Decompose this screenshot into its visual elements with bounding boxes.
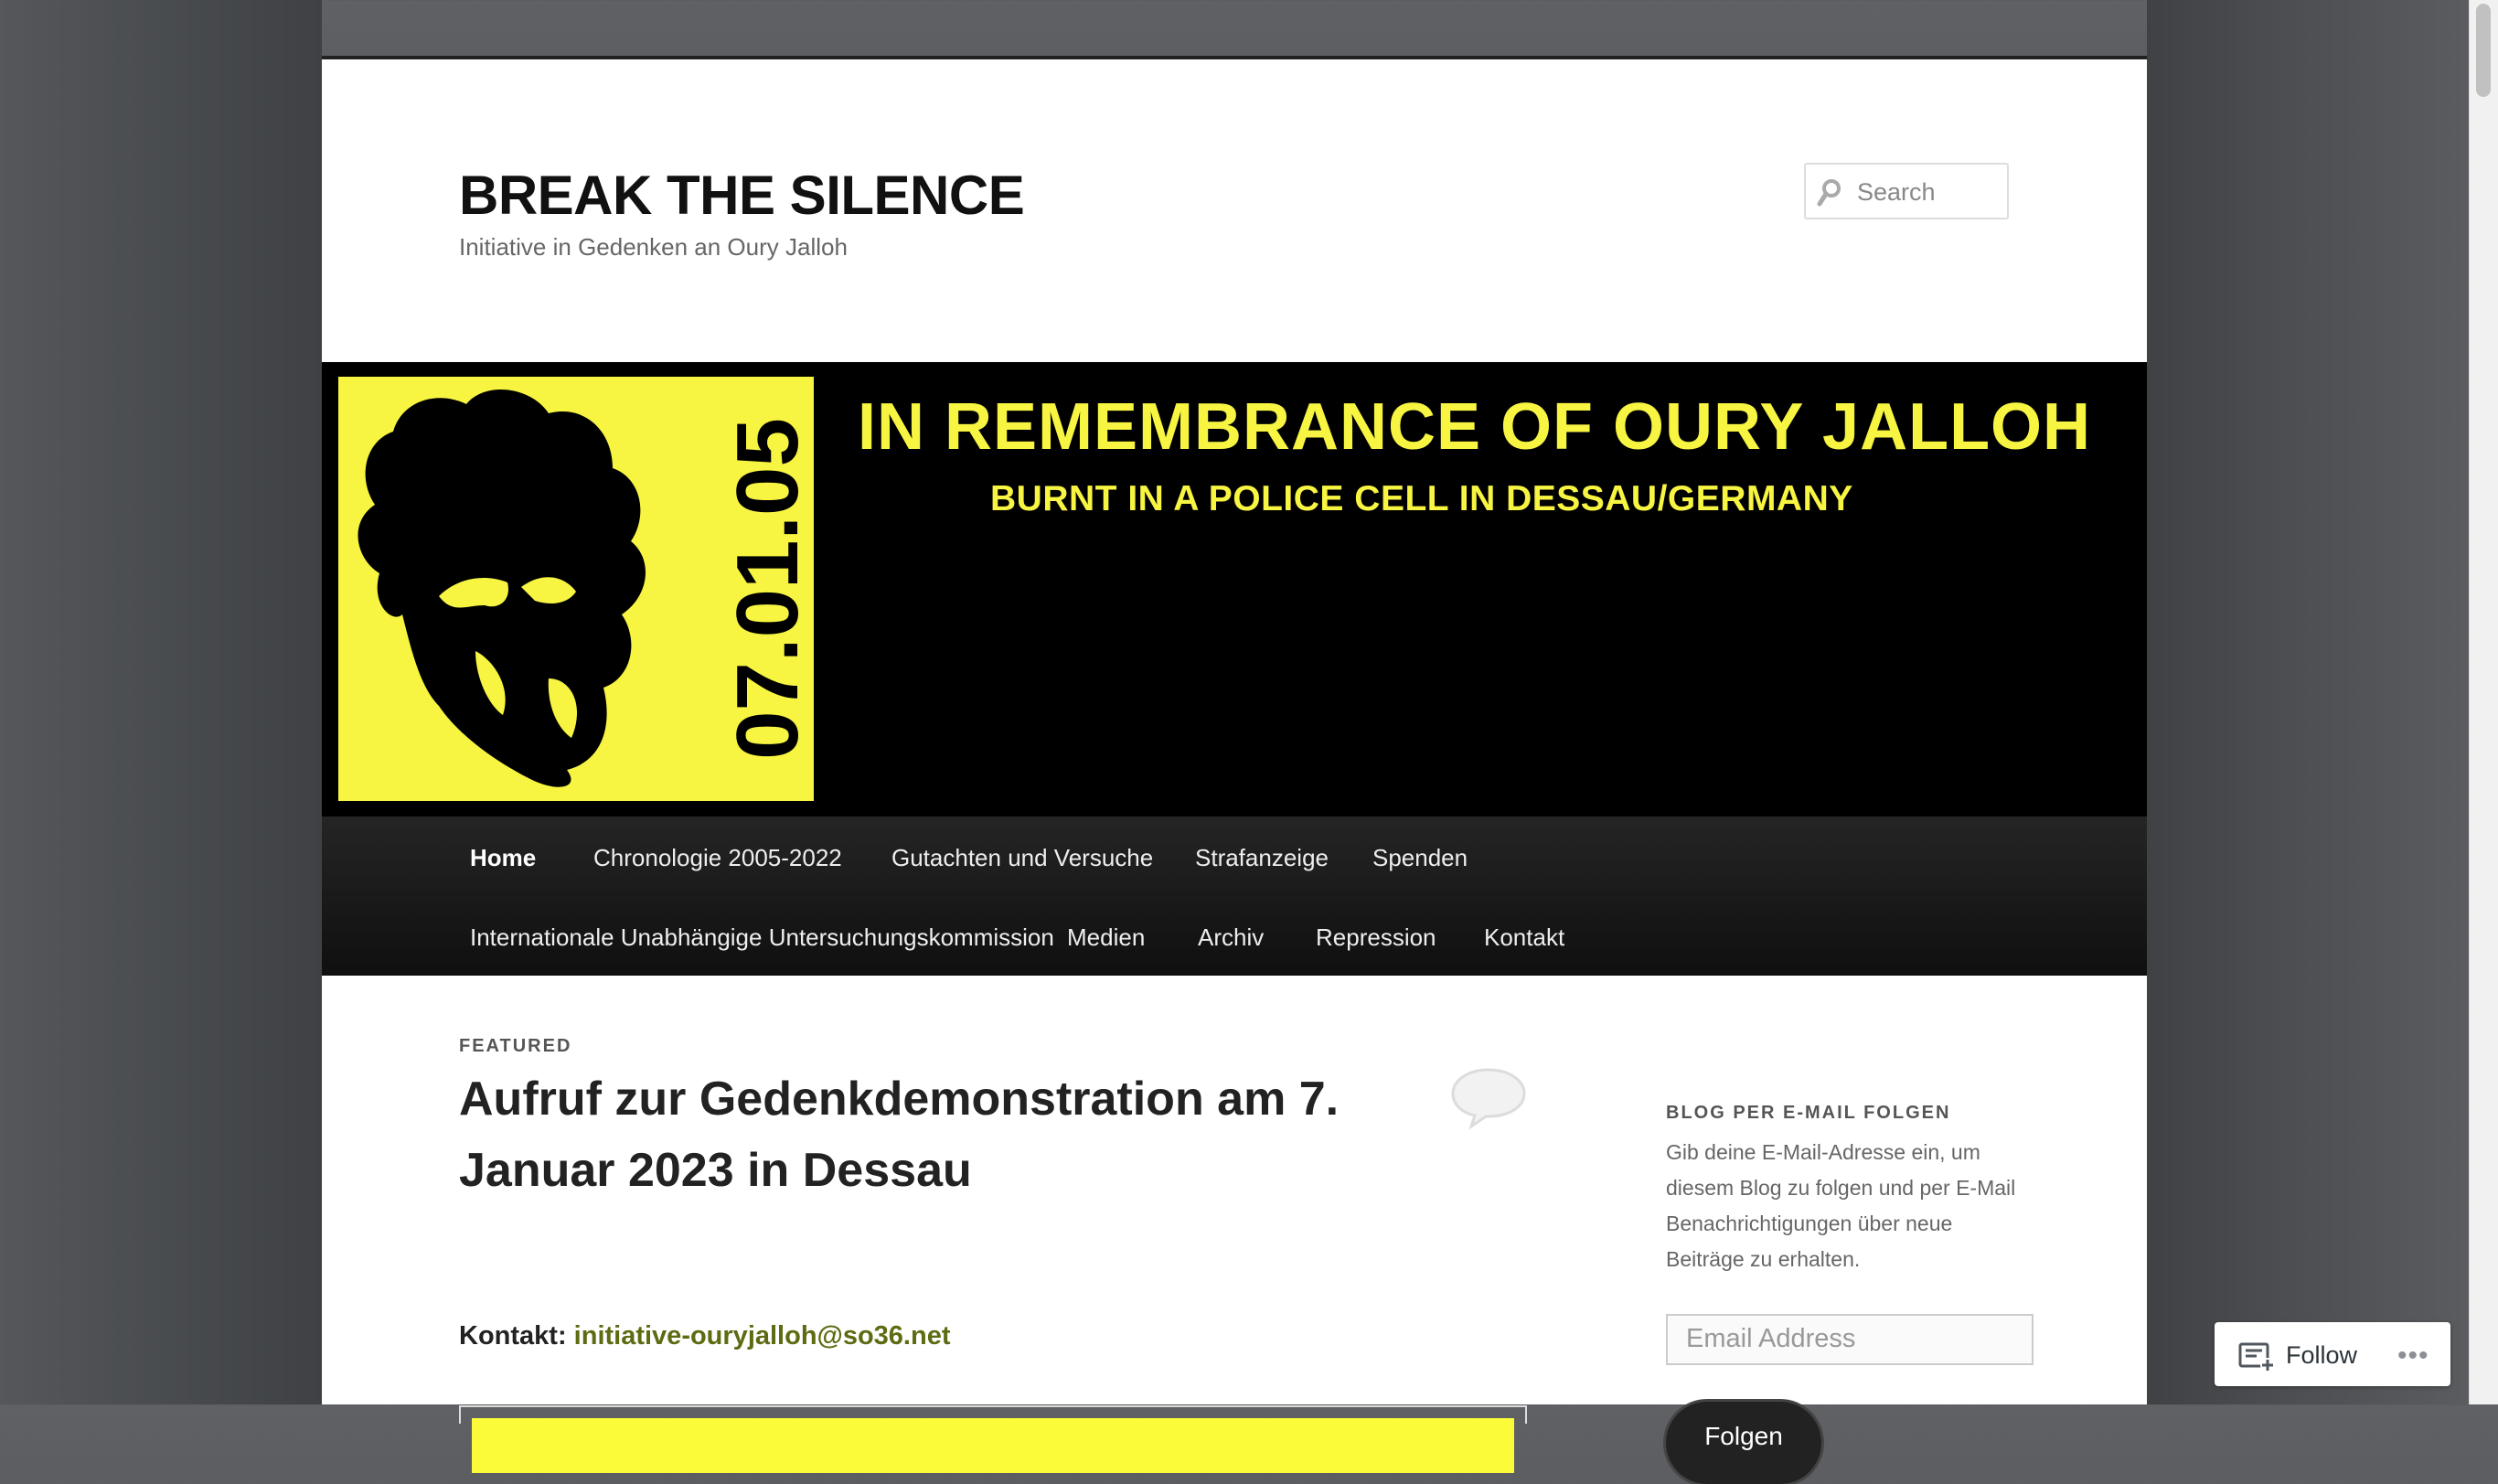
widget-title: BLOG PER E-MAIL FOLGEN xyxy=(1666,1103,1951,1123)
header-banner[interactable]: 07.01.05 IN REMEMBRANCE OF OURY JALLOH B… xyxy=(322,362,2147,817)
nav-item-kontakt[interactable]: Kontakt xyxy=(1484,923,1564,952)
email-field-wrapper[interactable] xyxy=(1666,1314,2034,1365)
main-navigation: Home Chronologie 2005-2022 Gutachten und… xyxy=(322,817,2147,976)
follow-widget[interactable]: Follow ••• xyxy=(2215,1322,2450,1386)
scrollbar-thumb[interactable] xyxy=(2476,4,2491,97)
more-options-icon[interactable]: ••• xyxy=(2397,1340,2429,1372)
banner-subline: BURNT IN A POLICE CELL IN DESSAU/GERMANY xyxy=(990,479,1853,518)
nav-item-chronologie[interactable]: Chronologie 2005-2022 xyxy=(593,844,842,872)
site-tagline: Initiative in Gedenken an Oury Jalloh xyxy=(459,233,848,261)
post-image[interactable] xyxy=(472,1418,1514,1473)
contact-label: Kontakt: xyxy=(459,1321,567,1351)
site-title[interactable]: BREAK THE SILENCE xyxy=(459,164,1025,227)
date-vertical: 07.01.05 xyxy=(731,377,814,801)
contact-line: Kontakt: initiative-ouryjalloh@so36.net xyxy=(459,1321,950,1351)
featured-label: FEATURED xyxy=(459,1036,572,1056)
svg-text:07.01.05: 07.01.05 xyxy=(731,418,814,760)
widget-description: Gib deine E-Mail-Adresse ein, um diesem … xyxy=(1666,1140,2016,1271)
nav-item-gutachten[interactable]: Gutachten und Versuche xyxy=(891,844,1153,872)
search-input[interactable] xyxy=(1857,174,2003,210)
nav-item-home[interactable]: Home xyxy=(470,844,536,872)
reader-follow-icon xyxy=(2238,1342,2275,1372)
follow-button[interactable]: Follow xyxy=(2286,1341,2357,1370)
scrollbar[interactable] xyxy=(2469,0,2498,1404)
contact-email-link[interactable]: initiative-ouryjalloh@so36.net xyxy=(574,1321,951,1351)
search-box[interactable] xyxy=(1804,163,2009,219)
background-right xyxy=(2147,0,2469,1404)
nav-item-strafanzeige[interactable]: Strafanzeige xyxy=(1195,844,1329,872)
follow-submit-button[interactable]: Folgen xyxy=(1666,1402,1821,1484)
banner-headline: IN REMEMBRANCE OF OURY JALLOH xyxy=(858,390,2092,464)
page-container: BREAK THE SILENCE Initiative in Gedenken… xyxy=(322,56,2147,1484)
portrait-image: 07.01.05 xyxy=(338,377,814,801)
nav-item-spenden[interactable]: Spenden xyxy=(1372,844,1468,872)
background-left xyxy=(0,0,322,1404)
nav-item-archiv[interactable]: Archiv xyxy=(1198,923,1264,952)
nav-item-untersuchungskommission[interactable]: Internationale Unabhängige Untersuchungs… xyxy=(470,923,1054,952)
search-icon xyxy=(1817,179,1841,207)
email-field[interactable] xyxy=(1668,1316,2024,1361)
post-title[interactable]: Aufruf zur Gedenkdemonstration am 7. Jan… xyxy=(459,1063,1373,1206)
nav-item-medien[interactable]: Medien xyxy=(1067,923,1145,952)
comment-bubble-icon[interactable] xyxy=(1449,1064,1528,1130)
nav-item-repression[interactable]: Repression xyxy=(1316,923,1436,952)
